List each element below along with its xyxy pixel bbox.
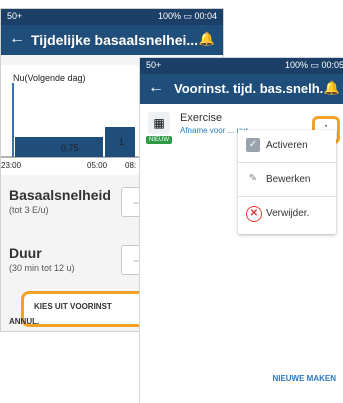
menu-item-activate[interactable]: ✓ Activeren <box>238 134 336 158</box>
front-screen: 50+ 100% ▭ 00:05 ← Voorinst. tijd. bas.s… <box>140 58 343 403</box>
bell-icon[interactable]: 🔔 <box>324 80 340 96</box>
menu-item-label: Verwijder. <box>266 208 310 219</box>
app-header: ← Tijdelijke basaalsnelhei... 🔔 <box>1 25 223 55</box>
duration-range: (30 min tot 12 u) <box>9 263 75 273</box>
page-title: Voorinst. tijd. bas.snelh. <box>174 81 324 96</box>
choose-preset-label: KIES UIT VOORINST <box>34 302 112 311</box>
menu-item-label: Bewerken <box>266 174 311 185</box>
new-badge: NIEUW <box>146 136 172 144</box>
menu-item-delete[interactable]: ✕ Verwijder. <box>238 202 336 226</box>
status-left: 50+ <box>7 11 23 21</box>
status-right: 100% ▭ 00:05 <box>284 60 343 70</box>
status-left: 50+ <box>146 60 162 70</box>
create-new-button[interactable]: NIEUWE MAKEN <box>272 374 336 383</box>
chart-bar-0 <box>15 137 103 157</box>
back-arrow-icon[interactable]: ← <box>148 79 164 97</box>
pencil-icon: ✎ <box>248 173 258 184</box>
status-bar: 50+ 100% ▭ 00:05 <box>140 58 343 74</box>
chart-bar-value-0: 0,75 <box>61 143 79 153</box>
chart-tick-0: 23:00 <box>1 161 22 170</box>
menu-item-edit[interactable]: ✎ Bewerken <box>238 168 336 192</box>
chart-tick-1: 05:00 <box>87 161 108 170</box>
preset-name: Exercise <box>180 112 223 124</box>
status-bar: 50+ 100% ▭ 00:04 <box>1 9 223 25</box>
app-header: ← Voorinst. tijd. bas.snelh. 🔔 <box>140 74 343 104</box>
bell-icon[interactable]: 🔔 <box>199 31 215 47</box>
page-title: Tijdelijke basaalsnelhei... <box>31 32 199 48</box>
status-right: 100% ▭ 00:04 <box>157 11 217 21</box>
chart-tick-2: 08: <box>125 161 137 170</box>
menu-item-label: Activeren <box>266 140 308 151</box>
delete-icon: ✕ <box>246 206 262 222</box>
menu-divider <box>238 196 336 197</box>
menu-divider <box>238 162 336 163</box>
duration-label: Duur <box>9 245 42 261</box>
chart-bar-value-1: 1 <box>119 137 125 147</box>
basal-rate-label: Basaalsnelheid <box>9 187 111 203</box>
cancel-button[interactable]: ANNUL. <box>9 317 39 326</box>
checkbox-icon: ✓ <box>246 138 260 152</box>
exercise-icon: ▦ <box>148 112 170 134</box>
back-arrow-icon[interactable]: ← <box>9 30 25 48</box>
options-menu: ✓ Activeren ✎ Bewerken ✕ Verwijder. <box>238 130 336 234</box>
basal-rate-range: (tot 3 E/u) <box>9 205 49 215</box>
